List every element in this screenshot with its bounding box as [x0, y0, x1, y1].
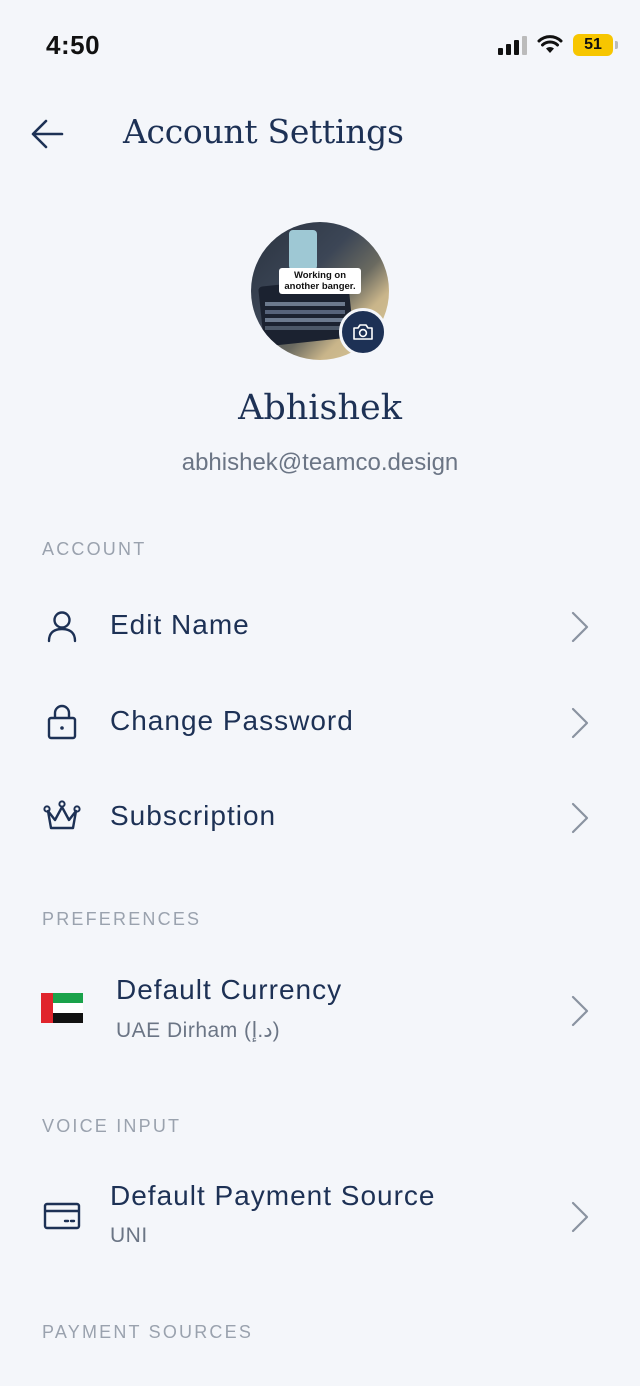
change-password-label: Change Password: [110, 705, 354, 736]
chevron-right-icon: [571, 707, 589, 739]
subscription-label: Subscription: [110, 800, 277, 831]
chevron-right-icon: [571, 611, 589, 643]
back-button[interactable]: [26, 114, 70, 154]
battery-level: 51: [584, 36, 602, 53]
section-label-voice-input: VOICE INPUT: [42, 1116, 182, 1136]
wifi-icon: [537, 35, 563, 53]
section-label-account: ACCOUNT: [42, 539, 147, 559]
arrow-left-icon: [31, 119, 64, 149]
default-currency-row[interactable]: Default Currency UAE Dirham (د.إ): [0, 970, 640, 1050]
status-bar: 4:50 51: [0, 0, 640, 90]
subscription-row[interactable]: Subscription: [0, 787, 640, 847]
edit-name-label: Edit Name: [110, 609, 250, 640]
chevron-right-icon: [571, 1201, 589, 1233]
edit-name-row[interactable]: Edit Name: [0, 596, 640, 656]
section-label-payment-sources: PAYMENT SOURCES: [42, 1322, 254, 1342]
default-payment-source-label: Default Payment Source: [110, 1180, 436, 1211]
crown-icon: [40, 795, 84, 839]
status-icons: 51: [498, 34, 618, 56]
default-currency-value: UAE Dirham (د.إ): [116, 1019, 281, 1042]
default-currency-label: Default Currency: [116, 974, 343, 1005]
chevron-right-icon: [571, 802, 589, 834]
chevron-right-icon: [571, 995, 589, 1027]
battery-tip: [615, 41, 618, 49]
change-password-row[interactable]: Change Password: [0, 692, 640, 752]
status-time: 4:50: [46, 30, 101, 60]
uae-flag-icon: [40, 986, 84, 1030]
card-icon: [40, 1194, 84, 1238]
default-payment-source-value: UNI: [110, 1224, 148, 1247]
profile-name: Abhishek: [238, 388, 402, 428]
signal-icon: [498, 35, 527, 55]
default-payment-source-row[interactable]: Default Payment Source UNI: [0, 1176, 640, 1256]
change-photo-button[interactable]: [339, 308, 387, 356]
avatar-container: Working on another banger.: [251, 222, 389, 360]
profile-email: abhishek@teamco.design: [181, 449, 459, 476]
battery-indicator: 51: [573, 34, 613, 56]
avatar-caption: Working on another banger.: [279, 268, 361, 294]
user-icon: [40, 604, 84, 648]
section-label-preferences: PREFERENCES: [42, 909, 202, 929]
camera-icon: [353, 324, 373, 340]
lock-icon: [40, 700, 84, 744]
page-title: Account Settings: [123, 112, 404, 151]
